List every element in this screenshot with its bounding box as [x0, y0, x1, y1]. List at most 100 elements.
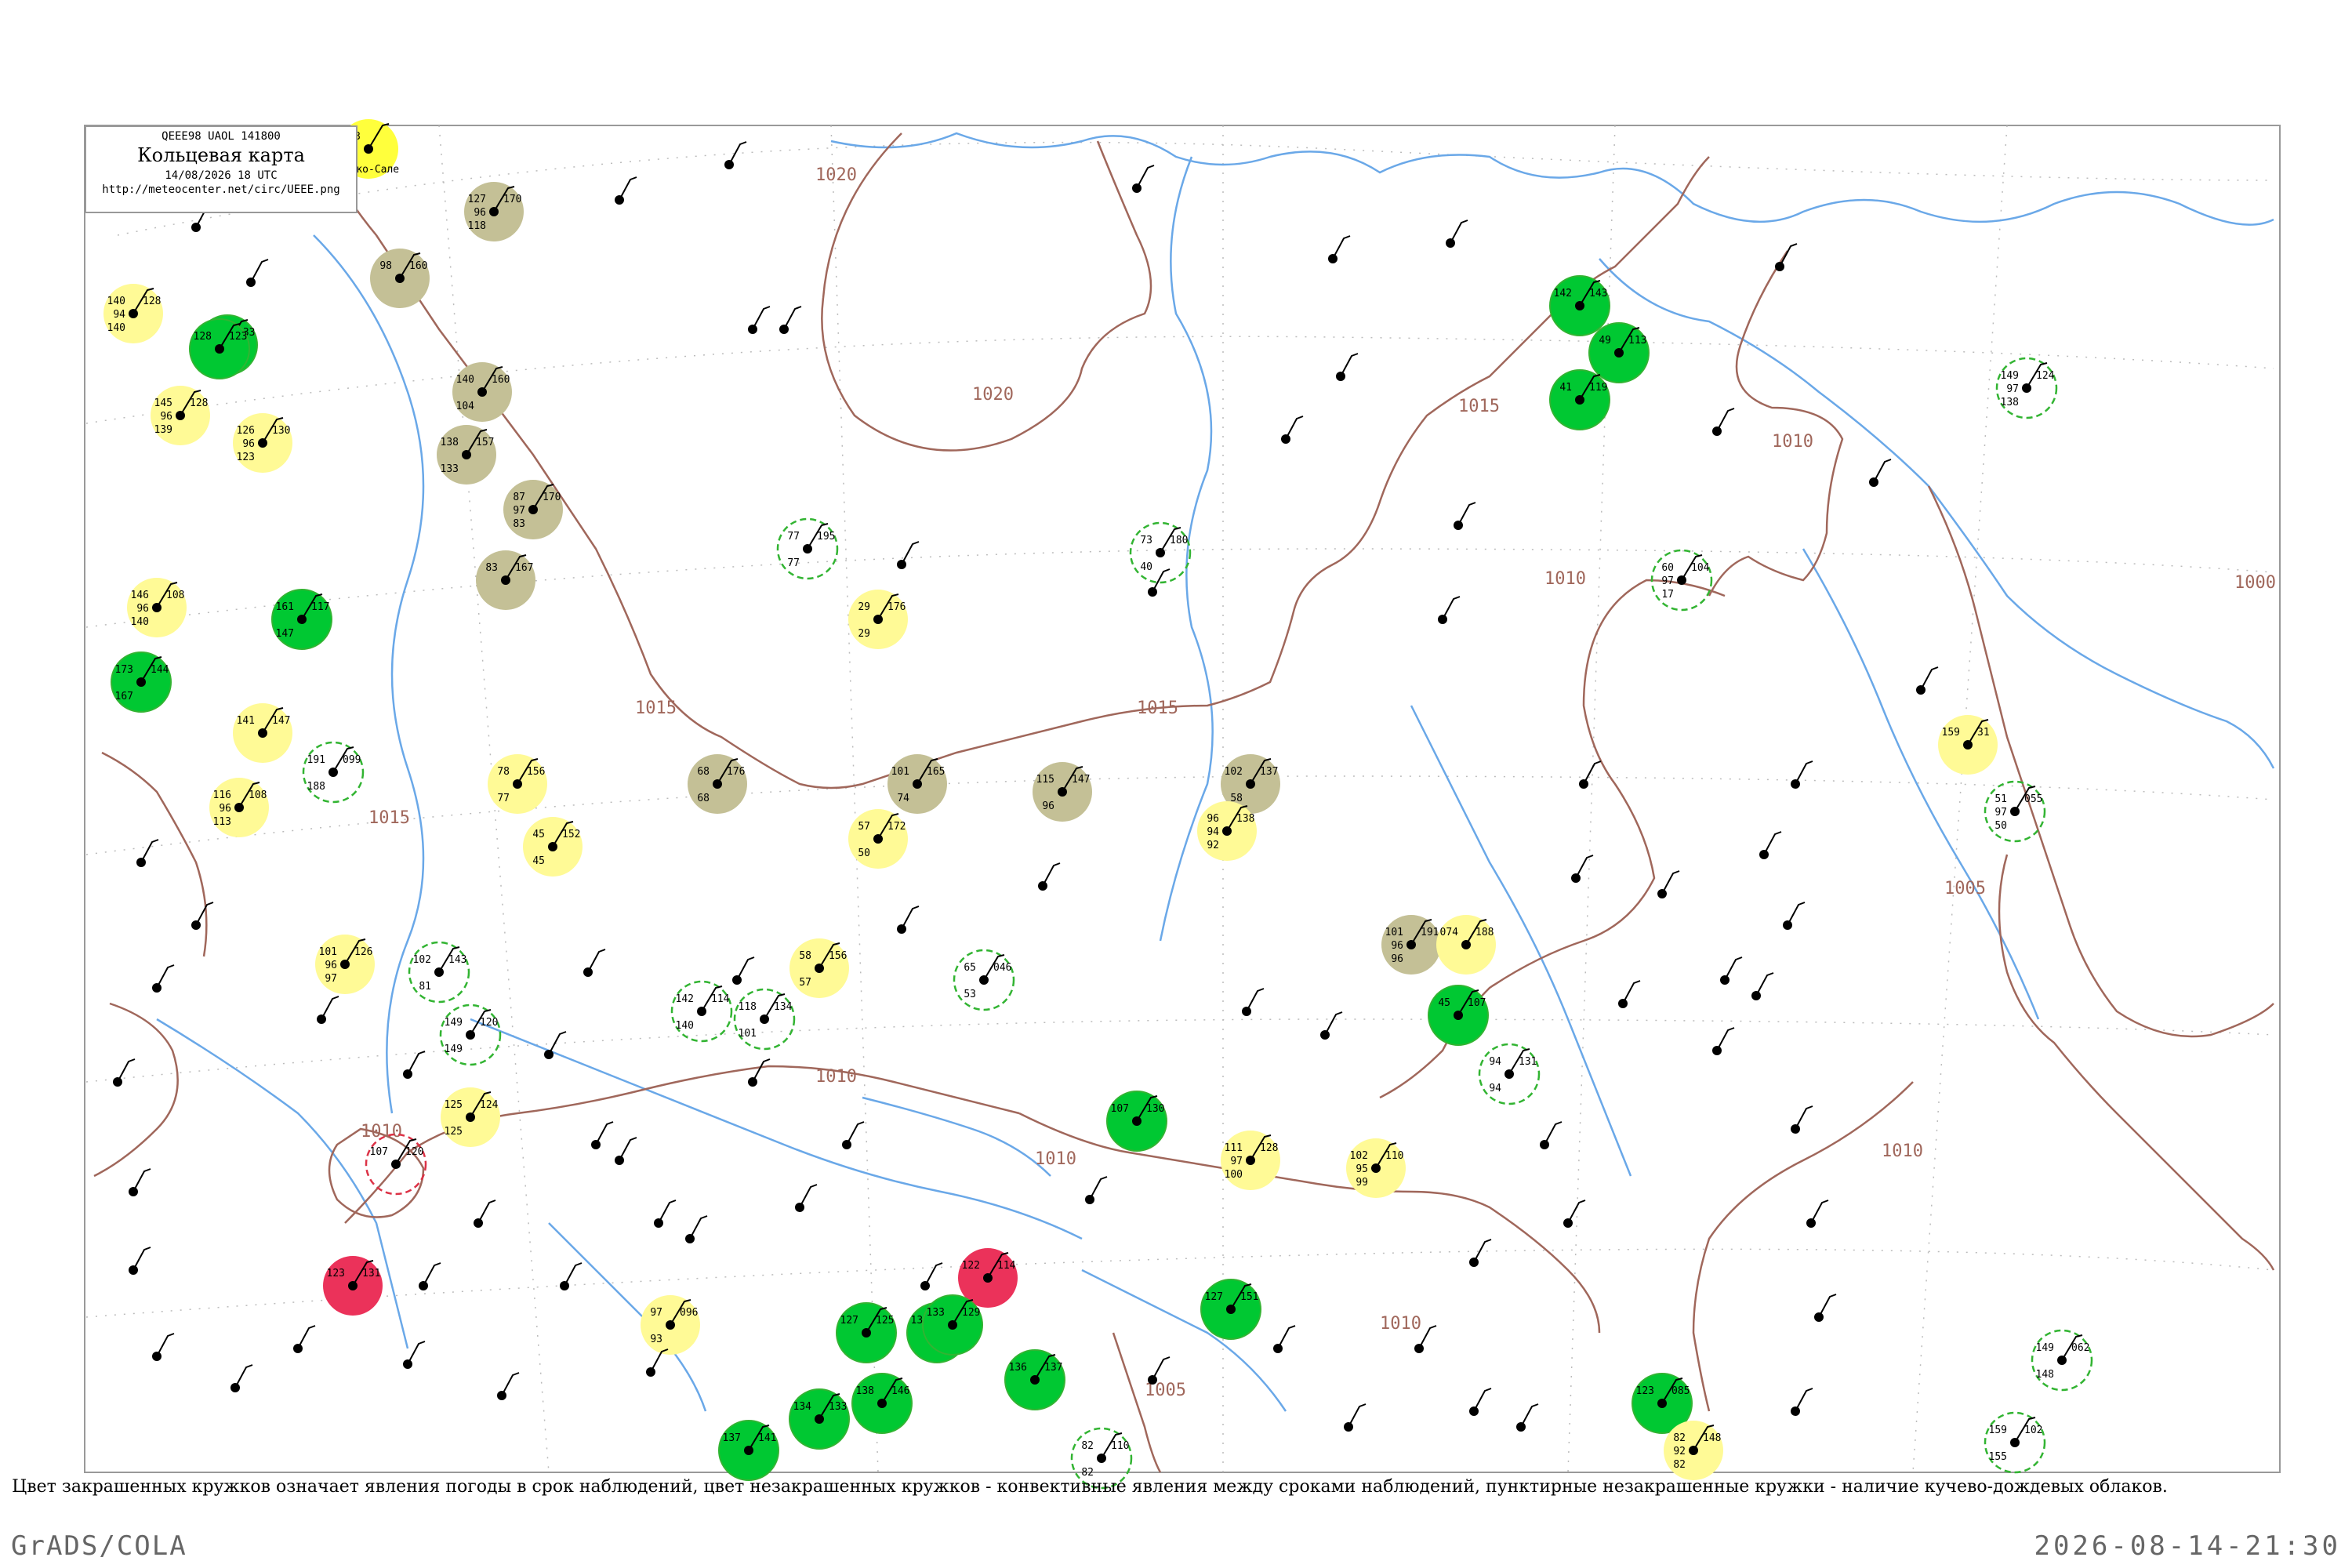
station-dewpoint: 148: [2036, 1369, 2054, 1381]
station-visibility: 97: [513, 505, 525, 517]
station-dewpoint: 29: [858, 628, 870, 640]
station-pressure: 046: [993, 962, 1011, 974]
station-dewpoint: 149: [445, 1044, 463, 1055]
station-dewpoint: 45: [532, 855, 545, 867]
station-dewpoint: 93: [650, 1334, 662, 1345]
station-temperature: 82: [1673, 1432, 1686, 1444]
graticule: [85, 125, 2274, 1473]
isobar-label: 1010: [1882, 1142, 1923, 1161]
station-plot: [136, 839, 159, 867]
station-symbol: 141 147: [233, 703, 292, 763]
station-dewpoint: 83: [513, 518, 525, 530]
wind-barb: [1920, 666, 1939, 691]
station-dewpoint: 118: [468, 220, 486, 232]
footer-timestamp: 2026-08-14-21:30: [2034, 1530, 2341, 1562]
station-pressure: 110: [1111, 1440, 1129, 1452]
station-symbol: 149 149 120: [439, 1004, 502, 1066]
station-visibility: 96: [160, 411, 172, 423]
station-temperature: 149: [2036, 1342, 2054, 1354]
station-plot: [1579, 760, 1602, 789]
station-pressure: 147: [272, 715, 290, 727]
isobar-label: 1010: [815, 1067, 857, 1087]
station-symbol: 49 113: [1588, 322, 1650, 383]
isobar-label: 1015: [635, 699, 677, 718]
wind-barb: [901, 906, 920, 930]
station-temperature: 45: [532, 829, 545, 840]
station-pressure: 124: [480, 1099, 499, 1111]
wind-barb: [297, 1325, 316, 1349]
station-temperature: 159: [1942, 727, 1960, 739]
isobar-label: 1020: [815, 165, 857, 185]
station-dewpoint: 81: [419, 981, 431, 993]
station-symbol: 58 57 156: [789, 938, 849, 998]
station-symbol: 83 167: [476, 550, 535, 610]
station-plot: [795, 1184, 818, 1212]
station-temperature: 94: [1489, 1056, 1501, 1068]
station-dewpoint: 77: [497, 793, 510, 804]
station-plot: [1273, 1325, 1296, 1353]
station-plot: [113, 1058, 136, 1087]
station-symbol: 116 96113 108: [209, 778, 269, 837]
station-pressure: 117: [311, 601, 329, 613]
station-temperature: 142: [676, 993, 694, 1005]
isobar-label: 1020: [972, 385, 1014, 405]
station-pressure: 114: [997, 1260, 1016, 1272]
station-plot: [1320, 1011, 1343, 1040]
station-temperature: 134: [793, 1401, 812, 1413]
station-temperature: 123: [1636, 1385, 1654, 1397]
station-symbol: 101 9696 191: [1381, 915, 1441, 975]
station-pressure: 133: [829, 1401, 847, 1413]
station-pressure: 143: [448, 954, 466, 966]
wind-barb: [1340, 353, 1359, 377]
station-dewpoint: 82: [1673, 1459, 1686, 1471]
station-temperature: 96: [1207, 813, 1219, 825]
wind-barb: [1152, 568, 1171, 593]
station-plot: [583, 949, 606, 977]
station-temperature: 140: [456, 374, 474, 386]
station-temperature: 115: [1036, 774, 1054, 786]
station-temperature: 87: [513, 492, 525, 503]
station-symbol: 142 143: [1549, 275, 1610, 336]
station-dewpoint: 167: [115, 691, 133, 702]
station-pressure: 160: [409, 260, 427, 272]
station-plot: [230, 1364, 253, 1392]
footer-software: GrADS/COLA: [11, 1530, 187, 1562]
station-plot: [419, 1262, 441, 1290]
station-symbol: 101 96 97 126: [315, 935, 375, 994]
station-plot: [129, 1168, 151, 1196]
station-pressure: 099: [343, 754, 361, 766]
station-pressure: 131: [1519, 1056, 1537, 1068]
station-pressure: 108: [166, 590, 184, 601]
station-dewpoint: 53: [964, 989, 976, 1000]
station-temperature: 97: [650, 1307, 662, 1319]
wind-barb: [587, 949, 606, 973]
station-dewpoint: 139: [154, 424, 172, 436]
station-dewpoint: 147: [276, 628, 294, 640]
station-temperature: 149: [2001, 370, 2019, 382]
station-temperature: 123: [327, 1268, 345, 1279]
station-dewpoint: 188: [307, 781, 325, 793]
station-plot: [1657, 870, 1680, 898]
wind-barb: [1324, 1011, 1343, 1036]
station-visibility: 97: [2006, 383, 2019, 395]
station-temperature: 191: [307, 754, 325, 766]
station-plot: [1712, 1027, 1735, 1055]
station-symbol: 127 96118 170: [464, 182, 524, 241]
wind-barb: [321, 996, 339, 1020]
station-symbol: 10295 99 110: [1346, 1138, 1406, 1198]
wind-barb: [1567, 1200, 1586, 1224]
wind-barb: [1277, 1325, 1296, 1349]
station-visibility: 94: [113, 309, 125, 321]
wind-barb: [1473, 1388, 1492, 1412]
station-dewpoint: 74: [897, 793, 909, 804]
station-pressure: 31: [1977, 727, 1990, 739]
station-symbol: 107 130: [1106, 1091, 1167, 1152]
station-pressure: 147: [1072, 774, 1090, 786]
station-plot: [474, 1200, 496, 1228]
station-plot: [1869, 459, 1892, 487]
station-dewpoint: 101: [739, 1028, 757, 1040]
station-symbol: 136 137: [1004, 1349, 1065, 1410]
wind-barb: [846, 1121, 865, 1145]
wind-barb: [1473, 1239, 1492, 1263]
wind-barb: [1136, 165, 1155, 189]
